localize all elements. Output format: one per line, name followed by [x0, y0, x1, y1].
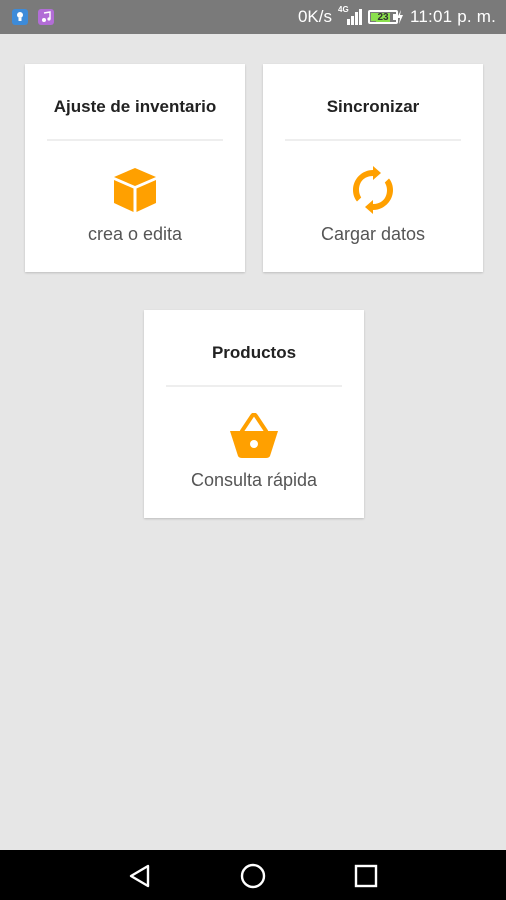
navigation-bar [0, 850, 506, 900]
card-subtitle: crea o edita [87, 224, 183, 244]
notification-icons [12, 9, 54, 25]
status-indicators: 0K/s 4G 23 11:01 p. m. [297, 5, 496, 27]
card-divider [166, 385, 342, 387]
card-title: Ajuste de inventario [53, 97, 217, 116]
card-subtitle: Cargar datos [320, 224, 426, 244]
status-bar: 0K/s 4G 23 11:01 p. m. [0, 0, 506, 34]
lightbulb-notification-icon [12, 9, 28, 25]
home-button[interactable] [239, 862, 267, 890]
card-subtitle: Consulta rápida [190, 470, 318, 490]
home-circle-icon [240, 863, 266, 889]
battery-icon: 23 [368, 10, 404, 24]
card-sync[interactable]: Sincronizar Cargar datos [263, 64, 483, 272]
recents-square-icon [354, 864, 378, 888]
basket-icon [228, 410, 280, 462]
card-divider [47, 139, 223, 141]
box-icon [109, 164, 161, 216]
sync-icon [347, 164, 399, 216]
recents-button[interactable] [352, 862, 380, 890]
network-speed: 0K/s [297, 7, 332, 26]
card-divider [285, 139, 461, 141]
signal-icon: 4G [338, 5, 362, 26]
clock: 11:01 p. m. [410, 7, 496, 26]
card-products[interactable]: Productos Consulta rápida [144, 310, 364, 518]
card-inventory-adjust[interactable]: Ajuste de inventario crea o edita [25, 64, 245, 272]
back-button[interactable] [126, 862, 154, 890]
battery-level: 23 [376, 11, 390, 23]
card-title: Sincronizar [326, 97, 420, 116]
back-triangle-icon [129, 864, 150, 888]
card-title: Productos [211, 343, 297, 362]
network-type: 4G [338, 5, 349, 14]
music-notification-icon [38, 9, 54, 25]
